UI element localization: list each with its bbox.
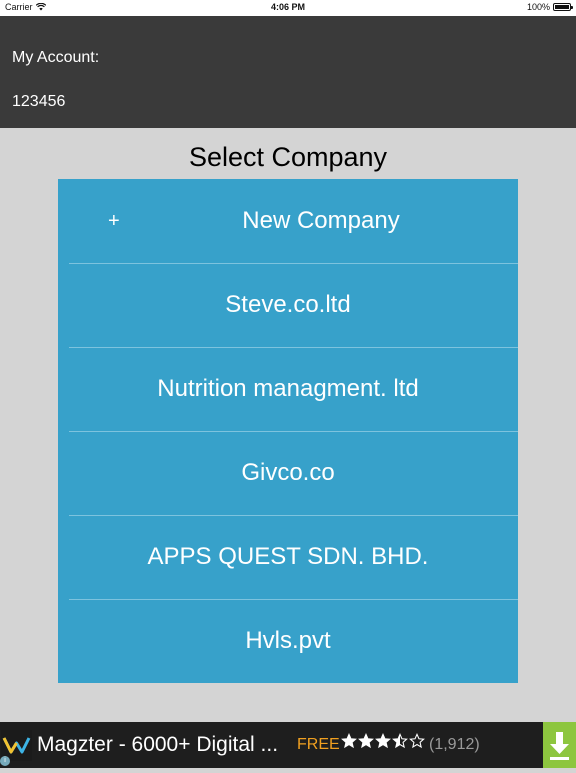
clock: 4:06 PM xyxy=(270,2,305,12)
status-bar: Carrier 4:06 PM 100% xyxy=(0,0,576,16)
star-icon xyxy=(358,733,374,749)
new-company-label: New Company xyxy=(242,207,400,234)
company-item[interactable]: APPS QUEST SDN. BHD. xyxy=(58,515,518,599)
star-icon xyxy=(409,733,425,749)
company-item-label: Nutrition managment. ltd xyxy=(157,375,419,402)
page-title: Select Company xyxy=(188,142,388,172)
plus-icon: + xyxy=(108,210,120,232)
star-icon xyxy=(392,733,408,749)
company-item-label: Steve.co.ltd xyxy=(225,291,351,318)
star-icon xyxy=(375,733,391,749)
battery-fill xyxy=(555,5,569,9)
company-item[interactable]: Givco.co xyxy=(58,431,518,515)
download-button[interactable] xyxy=(543,722,576,768)
company-item[interactable]: Nutrition managment. ltd xyxy=(58,347,518,431)
battery-area: 100% xyxy=(526,2,573,12)
rating-count: (1,912) xyxy=(429,736,480,753)
new-company-button[interactable]: + New Company xyxy=(58,179,518,263)
company-item[interactable]: Steve.co.ltd xyxy=(58,263,518,347)
download-icon xyxy=(550,732,569,760)
company-item-label: Givco.co xyxy=(241,459,335,486)
info-icon[interactable]: i xyxy=(0,756,10,766)
ad-price: FREE xyxy=(297,736,340,753)
battery-icon xyxy=(553,3,573,11)
account-label: My Account: xyxy=(12,49,100,66)
ad-title: Magzter - 6000+ Digital ... xyxy=(37,733,279,756)
company-item-label: APPS QUEST SDN. BHD. xyxy=(147,543,429,570)
rating-stars xyxy=(341,733,425,749)
company-list: + New Company Steve.co.ltd Nutrition mana… xyxy=(58,179,518,683)
account-number: 123456 xyxy=(12,93,66,110)
account-header: My Account: 123456 xyxy=(0,16,576,128)
star-icon xyxy=(341,733,357,749)
company-item-label: Hvls.pvt xyxy=(245,627,331,654)
battery-percent: 100% xyxy=(526,2,550,12)
ad-banner[interactable]: i Magzter - 6000+ Digital ... FREE (1,91… xyxy=(0,722,576,768)
company-item[interactable]: Hvls.pvt xyxy=(58,599,518,683)
